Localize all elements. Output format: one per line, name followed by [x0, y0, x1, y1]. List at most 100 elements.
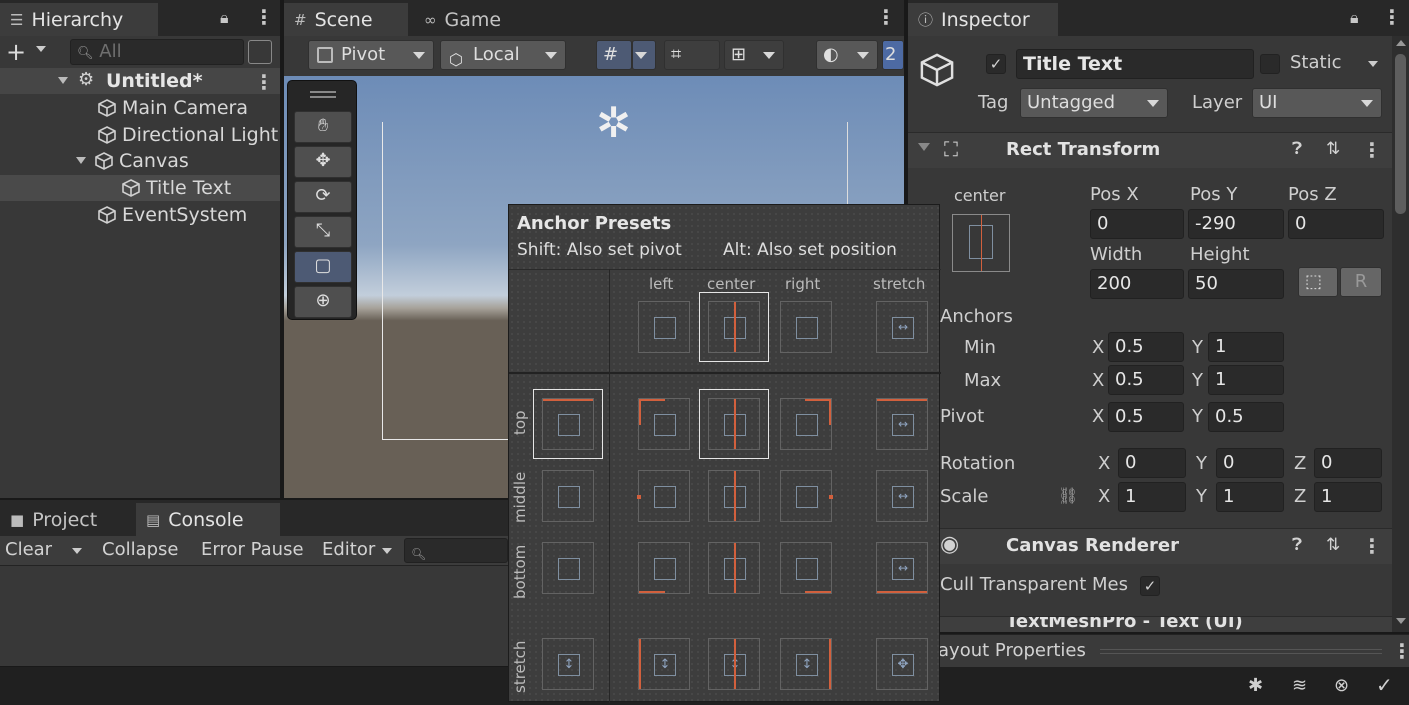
add-dropdown-icon[interactable] [36, 46, 46, 52]
draw-mode-dropdown[interactable]: ◐ [816, 40, 878, 70]
scene-menu-icon[interactable]: ⋮ [254, 72, 274, 92]
cull-transparent-checkbox[interactable]: ✓ [1140, 576, 1160, 596]
expand-icon[interactable] [76, 157, 86, 164]
preset-stretch-center[interactable]: ↕ [708, 638, 760, 690]
preset-top-right[interactable] [780, 398, 832, 450]
textmeshpro-header[interactable]: TextMeshPro - Text (UI) [908, 616, 1392, 632]
pivot-x-field[interactable]: 0.5 [1108, 402, 1184, 432]
component-menu-icon[interactable]: ⋮ [1362, 140, 1382, 160]
scene-root-row[interactable]: ⚙ Untitled* ⋮ [0, 68, 280, 94]
console-search-input[interactable]: 🔍︎ [404, 538, 508, 563]
preset-icon[interactable]: ⇅ [1326, 535, 1340, 555]
active-checkbox[interactable]: ✓ [986, 54, 1006, 74]
anchor-min-x-field[interactable]: 0.5 [1108, 332, 1184, 362]
rotation-z-field[interactable]: 0 [1314, 448, 1382, 478]
raw-edit-button[interactable]: R [1340, 267, 1382, 297]
error-pause-button[interactable]: Error Pause [201, 539, 304, 560]
anchor-min-y-field[interactable]: 1 [1208, 332, 1284, 362]
help-icon[interactable]: ❓︎ [1292, 535, 1302, 555]
tag-dropdown[interactable]: Untagged [1020, 88, 1168, 118]
static-dropdown-icon[interactable] [1368, 61, 1378, 67]
drag-handle-icon[interactable] [310, 91, 336, 93]
preset-left[interactable] [638, 301, 690, 353]
preset-top-left[interactable] [638, 398, 690, 450]
preset-stretch-v[interactable]: ↕ [542, 638, 594, 690]
tab-console[interactable]: ▤ Console [136, 503, 280, 536]
check-circle-icon[interactable]: ✓ [1376, 673, 1393, 697]
grid-snap-button[interactable]: # [596, 40, 632, 70]
pos-z-field[interactable]: 0 [1288, 209, 1384, 239]
lock-icon[interactable]: 🔒︎ [220, 8, 229, 28]
preset-top-stretch[interactable]: ↔ [876, 398, 928, 450]
scale-tool-button[interactable]: ⤡ [294, 216, 352, 248]
preset-middle-center[interactable] [708, 470, 760, 522]
local-dropdown[interactable]: ⬡ Local [440, 40, 566, 70]
debug-icon[interactable]: ✱ [1248, 675, 1263, 696]
preset-right[interactable] [780, 301, 832, 353]
hand-tool-button[interactable]: ✋︎ [294, 111, 352, 143]
anchor-max-y-field[interactable]: 1 [1208, 365, 1284, 395]
object-name-field[interactable]: Title Text [1016, 49, 1254, 79]
foldout-icon[interactable] [918, 143, 930, 151]
anchor-max-x-field[interactable]: 0.5 [1108, 365, 1184, 395]
ruler-button[interactable]: ⊞ [724, 40, 784, 70]
pivot-y-field[interactable]: 0.5 [1208, 402, 1284, 432]
preset-stretch-right[interactable]: ↕ [780, 638, 832, 690]
clear-button[interactable]: Clear [5, 539, 52, 560]
move-tool-button[interactable]: ✥ [294, 146, 352, 178]
layout-properties-bar[interactable]: Layout Properties ⋮ [908, 634, 1409, 668]
scale-y-field[interactable]: 1 [1216, 482, 1284, 512]
add-icon[interactable]: + [6, 38, 26, 66]
tab-scene[interactable]: # Scene [284, 3, 408, 36]
preset-icon[interactable]: ⇅ [1326, 139, 1340, 159]
preset-top[interactable] [533, 389, 603, 459]
canvas-renderer-header[interactable]: ◉ Canvas Renderer ❓︎ ⇅ ⋮ [908, 528, 1392, 564]
preset-bottom-center[interactable] [708, 542, 760, 594]
layout-menu-icon[interactable]: ⋮ [1392, 641, 1409, 661]
hierarchy-item-main-camera[interactable]: Main Camera [98, 95, 248, 121]
grid-snap-dropdown[interactable] [632, 40, 656, 70]
hierarchy-item-title-text[interactable]: Title Text [122, 175, 231, 201]
pos-x-field[interactable]: 0 [1090, 209, 1184, 239]
inspector-menu-icon[interactable]: ⋮ [1382, 7, 1402, 27]
anchor-presets-button[interactable] [952, 214, 1010, 272]
help-icon[interactable]: ❓︎ [1292, 139, 1302, 159]
scroll-down-icon[interactable] [1396, 618, 1406, 624]
hierarchy-item-directional-light[interactable]: Directional Light [98, 122, 278, 148]
increment-snap-button[interactable]: ⌗ [664, 40, 720, 70]
preset-bottom[interactable] [542, 542, 594, 594]
rotation-y-field[interactable]: 0 [1216, 448, 1284, 478]
hierarchy-item-canvas[interactable]: Canvas [76, 148, 189, 174]
bug-icon[interactable]: ⊗ [1334, 675, 1349, 696]
preset-stretch-left[interactable]: ↕ [638, 638, 690, 690]
layers-icon[interactable]: ≋ [1292, 675, 1307, 696]
height-field[interactable]: 50 [1188, 269, 1284, 299]
layer-dropdown[interactable]: UI [1252, 88, 1382, 118]
preset-bottom-right[interactable] [780, 542, 832, 594]
scale-z-field[interactable]: 1 [1314, 482, 1382, 512]
preset-middle-left[interactable] [637, 470, 690, 522]
hierarchy-item-eventsystem[interactable]: EventSystem [98, 202, 247, 228]
component-menu-icon[interactable]: ⋮ [1362, 536, 1382, 556]
tab-project[interactable]: ■ Project [0, 503, 128, 536]
blueprint-button[interactable]: ⬚ [1298, 267, 1338, 297]
tab-inspector[interactable]: ⓘ Inspector [908, 3, 1058, 36]
transform-tool-button[interactable]: ⊕ [294, 286, 352, 318]
preset-bottom-stretch[interactable]: ↔ [876, 542, 928, 594]
hierarchy-menu-icon[interactable]: ⋮ [254, 7, 274, 27]
scene-visibility-icon[interactable] [248, 40, 272, 64]
preset-middle-right[interactable] [780, 470, 833, 522]
editor-dropdown-icon[interactable] [382, 548, 392, 554]
tab-hierarchy[interactable]: ☰ Hierarchy [0, 3, 158, 36]
scene-menu-icon[interactable]: ⋮ [876, 7, 896, 27]
preset-bottom-left[interactable] [638, 542, 690, 594]
expand-icon[interactable] [58, 77, 68, 84]
preset-middle[interactable] [542, 470, 594, 522]
editor-dropdown[interactable]: Editor [322, 539, 375, 560]
static-checkbox[interactable] [1260, 54, 1280, 74]
pos-y-field[interactable]: -290 [1188, 209, 1284, 239]
constrain-proportions-icon[interactable]: ⛓︎ [1058, 486, 1078, 505]
rect-tool-button[interactable]: ▢ [294, 251, 352, 283]
collapse-button[interactable]: Collapse [102, 539, 179, 560]
preset-middle-stretch[interactable]: ↔ [876, 470, 928, 522]
